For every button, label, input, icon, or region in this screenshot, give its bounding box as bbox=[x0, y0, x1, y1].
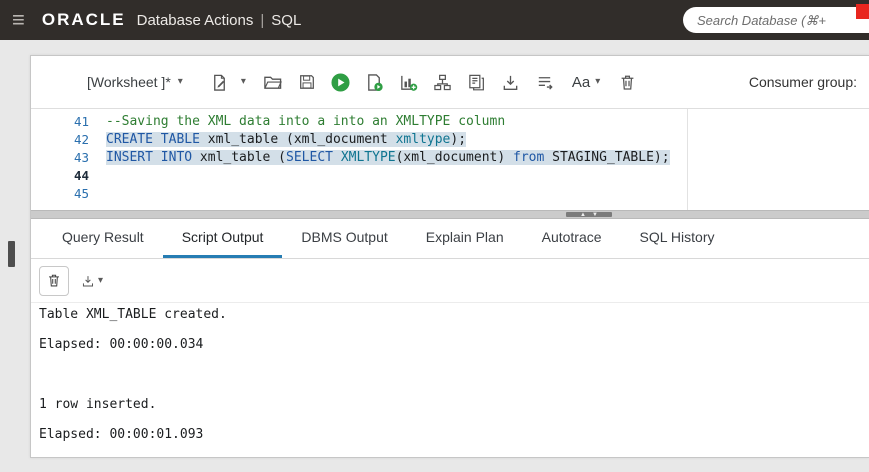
font-size-label: Aa bbox=[571, 73, 591, 91]
line-number: 41 bbox=[73, 114, 89, 129]
line-number: 43 bbox=[73, 150, 89, 165]
trash-icon bbox=[621, 75, 634, 90]
output-toolbar: ▾ bbox=[31, 259, 869, 303]
horizontal-splitter[interactable]: ▲ ▼ bbox=[31, 210, 869, 219]
top-bar: ≡ ORACLE Database Actions | SQL bbox=[0, 0, 869, 40]
chevron-down-icon: ▾ bbox=[177, 76, 183, 87]
tab-script-output[interactable]: Script Output bbox=[162, 219, 283, 258]
tab-dbms-output[interactable]: DBMS Output bbox=[282, 219, 406, 258]
open-file-button[interactable] bbox=[260, 69, 286, 95]
format-icon bbox=[539, 76, 554, 90]
autotrace-button[interactable] bbox=[430, 69, 456, 95]
editor-line[interactable]: 45 bbox=[31, 185, 869, 203]
section-name: SQL bbox=[271, 11, 302, 29]
run-statement-button[interactable] bbox=[328, 69, 354, 95]
line-number: 42 bbox=[73, 132, 89, 147]
editor-line[interactable]: 42 CREATE TABLE xml_table (xml_document x… bbox=[31, 131, 869, 149]
title-divider: | bbox=[260, 11, 265, 29]
font-size-button[interactable]: Aa ▾ bbox=[572, 69, 600, 95]
save-button[interactable] bbox=[294, 69, 320, 95]
output-line: Elapsed: 00:00:01.093 bbox=[39, 427, 204, 442]
serveroutput-button[interactable] bbox=[464, 69, 490, 95]
notification-badge[interactable] bbox=[856, 4, 869, 19]
download-output-button[interactable]: ▾ bbox=[75, 266, 109, 296]
print-margin bbox=[687, 109, 688, 210]
clear-output-button[interactable] bbox=[39, 265, 69, 296]
product-title: Database Actions | SQL bbox=[137, 12, 302, 29]
open-folder-icon bbox=[264, 76, 283, 89]
main-panel: [Worksheet ]* ▾ ▾ Aa ▾ Consumer group: 4… bbox=[30, 55, 869, 458]
trash-icon bbox=[49, 274, 59, 287]
worksheet-toolbar: [Worksheet ]* ▾ ▾ Aa ▾ Consumer group: bbox=[31, 56, 869, 109]
format-button[interactable] bbox=[532, 69, 558, 95]
output-line: 1 row inserted. bbox=[39, 397, 157, 412]
editor-line[interactable]: 43 INSERT INTO xml_table (SELECT XMLTYPE(… bbox=[31, 149, 869, 167]
oracle-logo: ORACLE bbox=[41, 10, 126, 29]
serveroutput-icon bbox=[469, 74, 485, 90]
run-script-icon bbox=[368, 73, 384, 91]
download-icon bbox=[82, 275, 94, 287]
line-number: 45 bbox=[73, 186, 89, 201]
download-button[interactable] bbox=[498, 69, 524, 95]
tab-explain-plan[interactable]: Explain Plan bbox=[407, 219, 523, 258]
code-line: --Saving the XML data into a into an XML… bbox=[106, 114, 506, 129]
tab-autotrace[interactable]: Autotrace bbox=[523, 219, 621, 258]
product-name: Database Actions bbox=[136, 11, 254, 29]
editor-line[interactable]: 44 bbox=[31, 167, 869, 185]
run-script-button[interactable] bbox=[362, 69, 388, 95]
code-line: CREATE TABLE xml_table (xml_document xml… bbox=[106, 132, 467, 147]
run-icon bbox=[331, 72, 350, 92]
menu-icon[interactable]: ≡ bbox=[12, 9, 25, 31]
output-line: Elapsed: 00:00:00.034 bbox=[39, 337, 204, 352]
download-icon bbox=[504, 75, 518, 90]
output-line: Table XML_TABLE created. bbox=[39, 307, 227, 322]
explain-plan-button[interactable] bbox=[396, 69, 422, 95]
tab-query-result[interactable]: Query Result bbox=[43, 219, 163, 258]
new-worksheet-icon bbox=[214, 74, 226, 91]
worksheet-name: [Worksheet ]* bbox=[87, 74, 171, 90]
script-output: Table XML_TABLE created. Elapsed: 00:00:… bbox=[31, 303, 869, 457]
new-worksheet-menu-chevron-icon[interactable]: ▾ bbox=[241, 77, 246, 87]
splitter-up-icon: ▲ bbox=[580, 211, 586, 218]
search-input[interactable] bbox=[683, 7, 869, 33]
editor-line[interactable]: 41 --Saving the XML data into a into an X… bbox=[31, 113, 869, 131]
code-line: INSERT INTO xml_table (SELECT XMLTYPE(xm… bbox=[106, 150, 670, 165]
left-splitter-handle[interactable] bbox=[8, 241, 15, 267]
explain-plan-icon bbox=[401, 75, 418, 91]
autotrace-icon bbox=[434, 74, 452, 90]
tab-sql-history[interactable]: SQL History bbox=[621, 219, 734, 258]
splitter-grip[interactable]: ▲ ▼ bbox=[566, 211, 612, 218]
chevron-down-icon: ▾ bbox=[97, 274, 103, 286]
worksheet-selector[interactable]: [Worksheet ]* ▾ bbox=[87, 74, 183, 90]
result-tabs: Query Result Script Output DBMS Output Expl… bbox=[31, 219, 869, 259]
save-icon bbox=[299, 75, 314, 89]
code-editor[interactable]: 41 --Saving the XML data into a into an X… bbox=[31, 109, 869, 210]
consumer-group-label: Consumer group: bbox=[748, 74, 857, 90]
clear-worksheet-button[interactable] bbox=[614, 69, 640, 95]
line-number: 44 bbox=[73, 168, 89, 183]
chevron-down-icon: ▾ bbox=[595, 76, 601, 87]
new-worksheet-button[interactable] bbox=[207, 69, 233, 95]
app-window: ≡ ORACLE Database Actions | SQL [Workshe… bbox=[0, 0, 869, 472]
splitter-down-icon: ▼ bbox=[592, 211, 598, 218]
